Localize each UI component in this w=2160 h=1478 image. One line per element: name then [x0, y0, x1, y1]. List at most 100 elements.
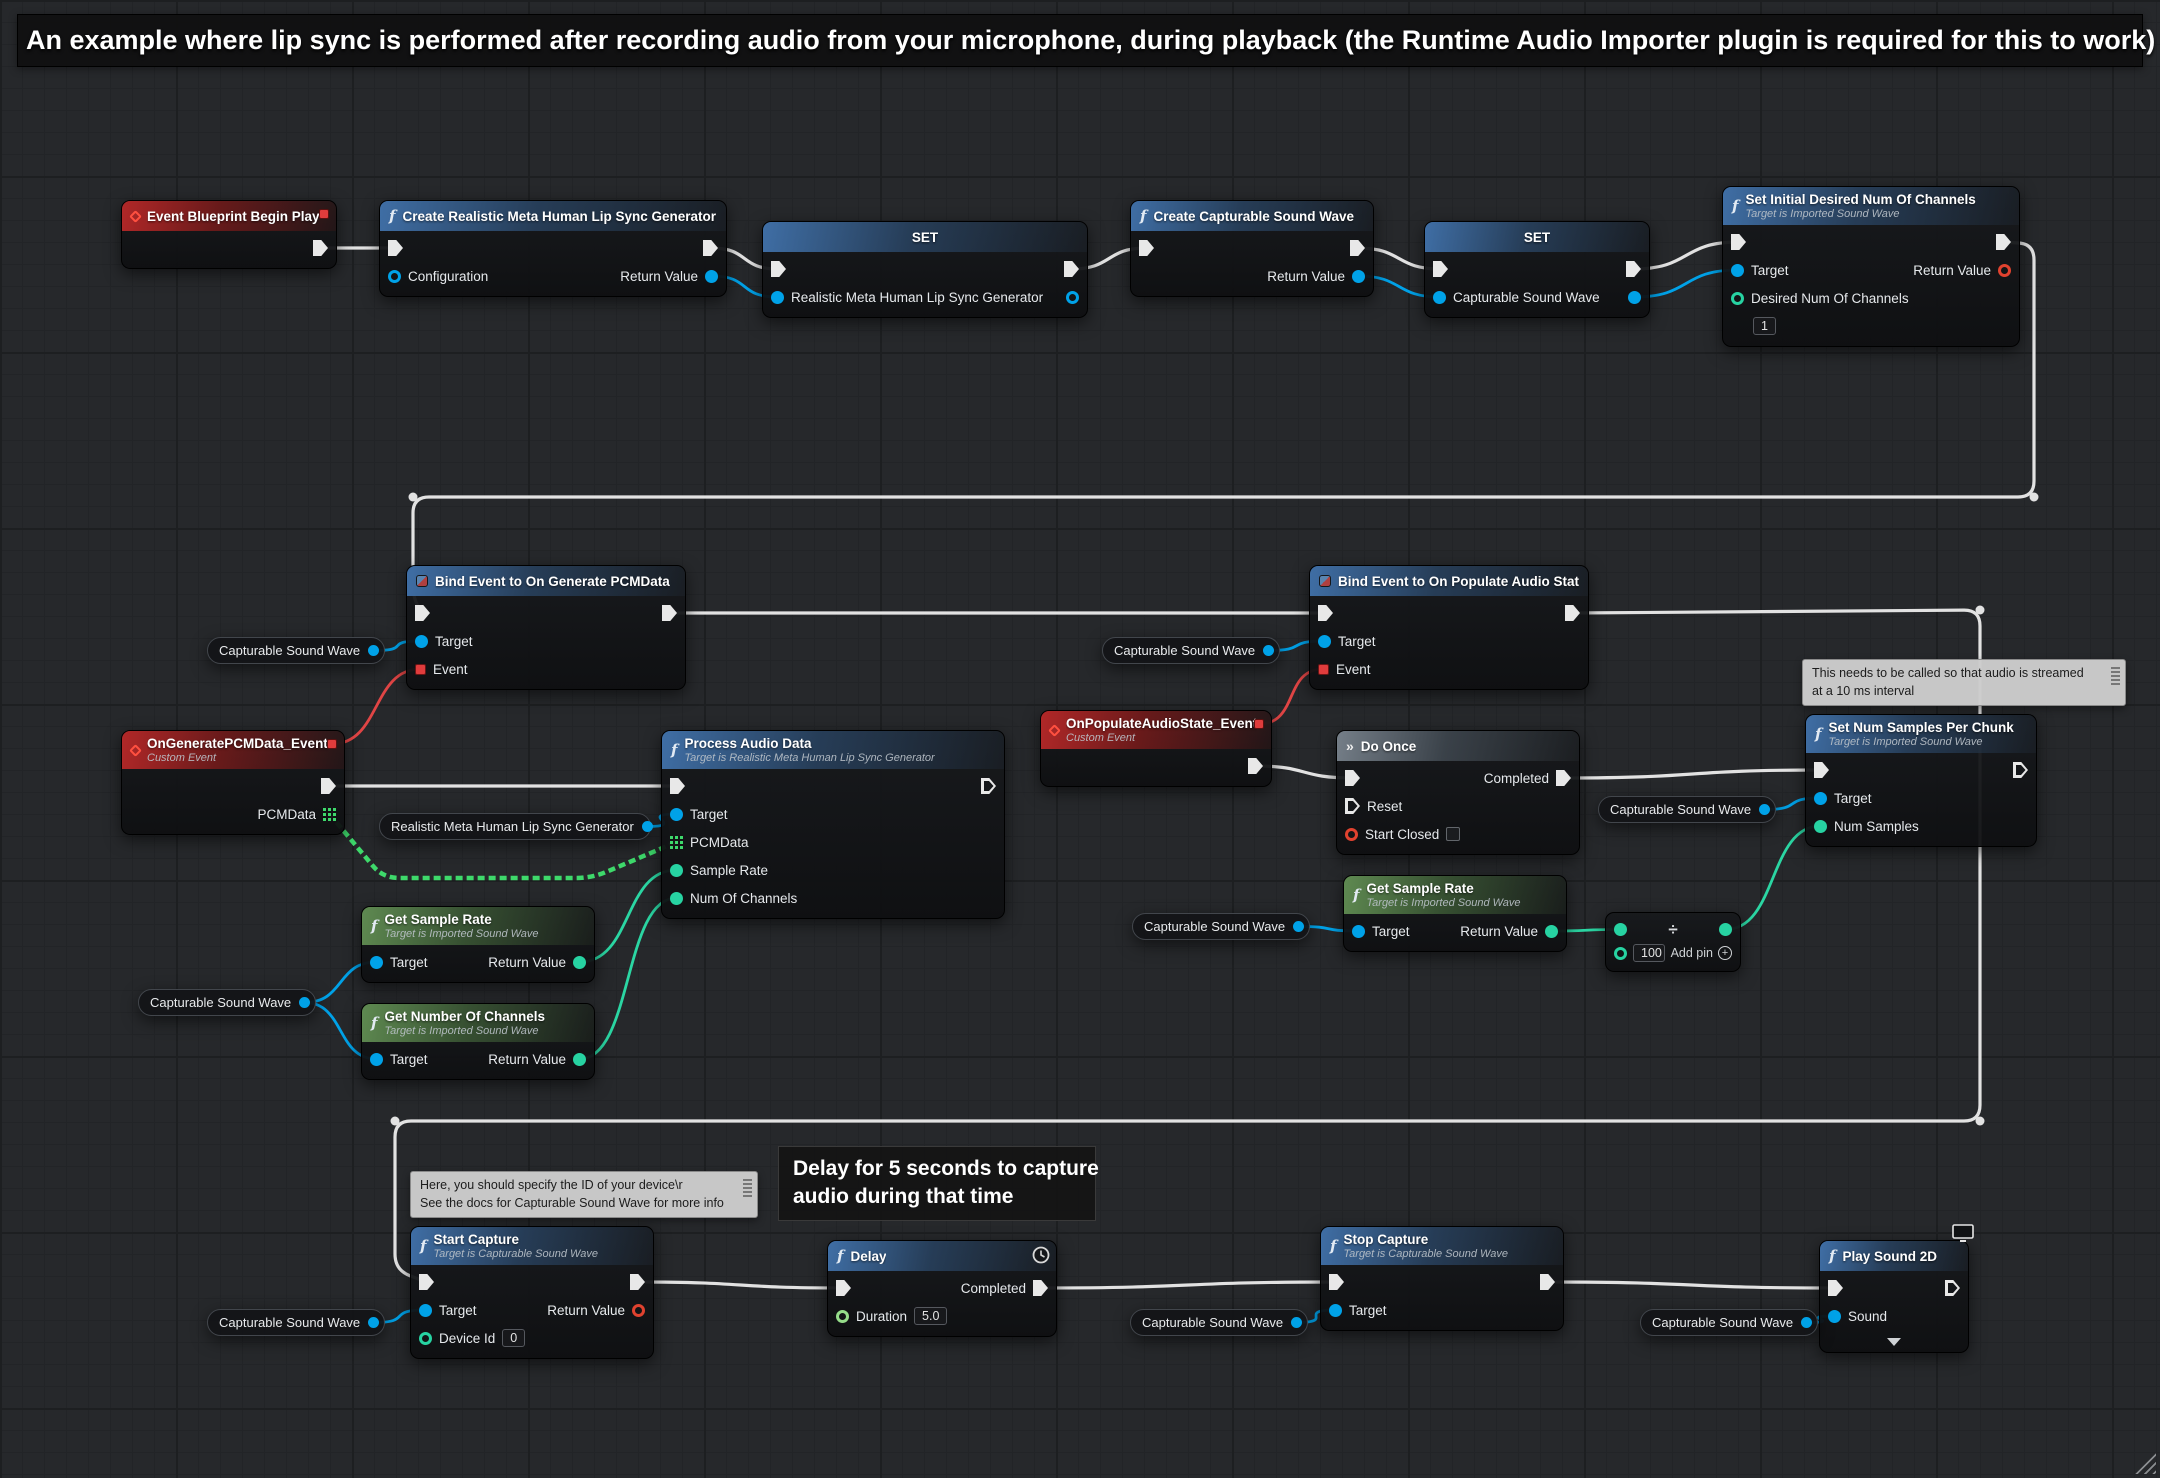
reroute-node[interactable]: [2030, 493, 2039, 502]
in-pin[interactable]: [1433, 261, 1448, 277]
variable-output-pin[interactable]: [368, 645, 379, 656]
in-pin[interactable]: [419, 1274, 434, 1290]
do_once-checkbox[interactable]: [1446, 827, 1460, 841]
play_sound[interactable]: fPlay Sound 2DSound: [1819, 1240, 1969, 1353]
delegate-icon[interactable]: [327, 739, 337, 749]
realistic-meta-human-lip-sync-generator-pin[interactable]: [771, 291, 784, 304]
comment_delay[interactable]: Delay for 5 seconds to captureaudio duri…: [778, 1146, 1096, 1221]
set_chunk[interactable]: fSet Num Samples Per ChunkTarget is Impo…: [1805, 714, 2037, 847]
duration-pin[interactable]: [836, 1310, 849, 1323]
out-pin[interactable]: [1350, 240, 1365, 256]
num-samples-pin[interactable]: [1814, 820, 1827, 833]
divide-input-a-pin[interactable]: [1614, 923, 1627, 936]
event-pin[interactable]: [1318, 664, 1329, 675]
return-value-pin[interactable]: [1545, 925, 1558, 938]
pill_c[interactable]: Capturable Sound Wave: [1598, 796, 1776, 823]
device-id-pin[interactable]: [419, 1332, 432, 1345]
bind_generate[interactable]: Bind Event to On Generate PCMDataTargetE…: [406, 565, 686, 690]
set_channels[interactable]: fSet Initial Desired Num Of ChannelsTarg…: [1722, 186, 2020, 347]
out-pin[interactable]: [981, 778, 996, 794]
variable-output-pin[interactable]: [642, 821, 653, 832]
out-pin[interactable]: [630, 1274, 645, 1290]
in-pin[interactable]: [1814, 762, 1829, 778]
in-pin[interactable]: [670, 778, 685, 794]
pcmdata-pin[interactable]: [323, 808, 336, 821]
desired-num-of-channels-pin[interactable]: [1731, 292, 1744, 305]
get_channels[interactable]: fGet Number Of ChannelsTarget is Importe…: [361, 1003, 595, 1080]
out-pin[interactable]: [1064, 261, 1079, 277]
out-pin[interactable]: [1540, 1274, 1555, 1290]
variable-output-pin[interactable]: [1263, 645, 1274, 656]
target-pin[interactable]: [419, 1304, 432, 1317]
completed-pin[interactable]: [1033, 1280, 1048, 1296]
return-value-pin[interactable]: [705, 270, 718, 283]
do_once[interactable]: »Do OnceCompletedResetStart Closed: [1336, 730, 1580, 855]
reroute-node[interactable]: [391, 1117, 400, 1126]
pill_a[interactable]: Capturable Sound Wave: [207, 637, 385, 664]
target-pin[interactable]: [1329, 1304, 1342, 1317]
target-pin[interactable]: [1352, 925, 1365, 938]
variable-output-pin[interactable]: [1293, 921, 1304, 932]
get_rate2[interactable]: fGet Sample RateTarget is Imported Sound…: [1343, 875, 1567, 952]
pill_e[interactable]: Capturable Sound Wave: [1132, 913, 1310, 940]
target-pin[interactable]: [370, 956, 383, 969]
event_pcm[interactable]: OnGeneratePCMData_EventCustom EventPCMDa…: [121, 730, 345, 835]
start_capture-value-box[interactable]: 0: [502, 1329, 525, 1347]
blueprint-graph-canvas[interactable]: An example where lip sync is performed a…: [0, 0, 2160, 1478]
create_gen[interactable]: fCreate Realistic Meta Human Lip Sync Ge…: [379, 200, 727, 297]
divide-output-pin[interactable]: [1719, 923, 1732, 936]
return-value-pin[interactable]: [1998, 264, 2011, 277]
start_capture[interactable]: fStart CaptureTarget is Capturable Sound…: [410, 1226, 654, 1359]
begin_play[interactable]: Event Blueprint Begin Play: [121, 200, 337, 269]
pill_gen[interactable]: Realistic Meta Human Lip Sync Generator: [379, 813, 651, 840]
set_wave[interactable]: SETCapturable Sound Wave: [1424, 221, 1650, 318]
process_audio[interactable]: fProcess Audio DataTarget is Realistic M…: [661, 730, 1005, 919]
create_wave[interactable]: fCreate Capturable Sound WaveReturn Valu…: [1130, 200, 1374, 297]
in-pin[interactable]: [388, 240, 403, 256]
divide-input-b-pin[interactable]: [1614, 947, 1627, 960]
event-pin[interactable]: [415, 664, 426, 675]
add-pin-plus-icon[interactable]: +: [1718, 946, 1732, 960]
out-pin[interactable]: [703, 240, 718, 256]
stop_capture[interactable]: fStop CaptureTarget is Capturable Sound …: [1320, 1226, 1564, 1331]
out-pin[interactable]: [662, 605, 677, 621]
variable-output-pin[interactable]: [299, 997, 310, 1008]
delay-value-box[interactable]: 5.0: [914, 1307, 947, 1325]
num-of-channels-pin[interactable]: [670, 892, 683, 905]
rv-pin[interactable]: [1066, 291, 1079, 304]
reroute-node[interactable]: [1976, 606, 1985, 615]
bind_populate[interactable]: Bind Event to On Populate Audio StateTar…: [1309, 565, 1589, 690]
target-pin[interactable]: [670, 808, 683, 821]
pill_g[interactable]: Capturable Sound Wave: [1130, 1309, 1308, 1336]
set_gen[interactable]: SETRealistic Meta Human Lip Sync Generat…: [762, 221, 1088, 318]
out-pin[interactable]: [313, 240, 328, 256]
delegate-icon[interactable]: [1254, 719, 1264, 729]
variable-output-pin[interactable]: [1801, 1317, 1812, 1328]
sample-rate-pin[interactable]: [670, 864, 683, 877]
out-pin[interactable]: [1565, 605, 1580, 621]
return-value-pin[interactable]: [573, 956, 586, 969]
sound-pin[interactable]: [1828, 1310, 1841, 1323]
pcmdata-pin[interactable]: [670, 836, 683, 849]
in-pin[interactable]: [1731, 234, 1746, 250]
target-pin[interactable]: [1814, 792, 1827, 805]
out-pin[interactable]: [1945, 1280, 1960, 1296]
target-pin[interactable]: [1318, 635, 1331, 648]
target-pin[interactable]: [1731, 264, 1744, 277]
out-pin[interactable]: [2013, 762, 2028, 778]
delay[interactable]: fDelayCompletedDuration5.0: [827, 1240, 1057, 1337]
variable-output-pin[interactable]: [368, 1317, 379, 1328]
add-pin-button[interactable]: Add pin+: [1671, 946, 1732, 960]
return-value-pin[interactable]: [632, 1304, 645, 1317]
in-pin[interactable]: [415, 605, 430, 621]
variable-output-pin[interactable]: [1291, 1317, 1302, 1328]
return-value-pin[interactable]: [1352, 270, 1365, 283]
target-pin[interactable]: [370, 1053, 383, 1066]
event_populate[interactable]: OnPopulateAudioState_EventCustom Event: [1040, 710, 1272, 787]
target-pin[interactable]: [415, 635, 428, 648]
expand-chevron-icon[interactable]: [1887, 1338, 1901, 1346]
out-pin[interactable]: [1248, 758, 1263, 774]
in-pin[interactable]: [1139, 240, 1154, 256]
in-pin[interactable]: [1318, 605, 1333, 621]
configuration-pin[interactable]: [388, 270, 401, 283]
